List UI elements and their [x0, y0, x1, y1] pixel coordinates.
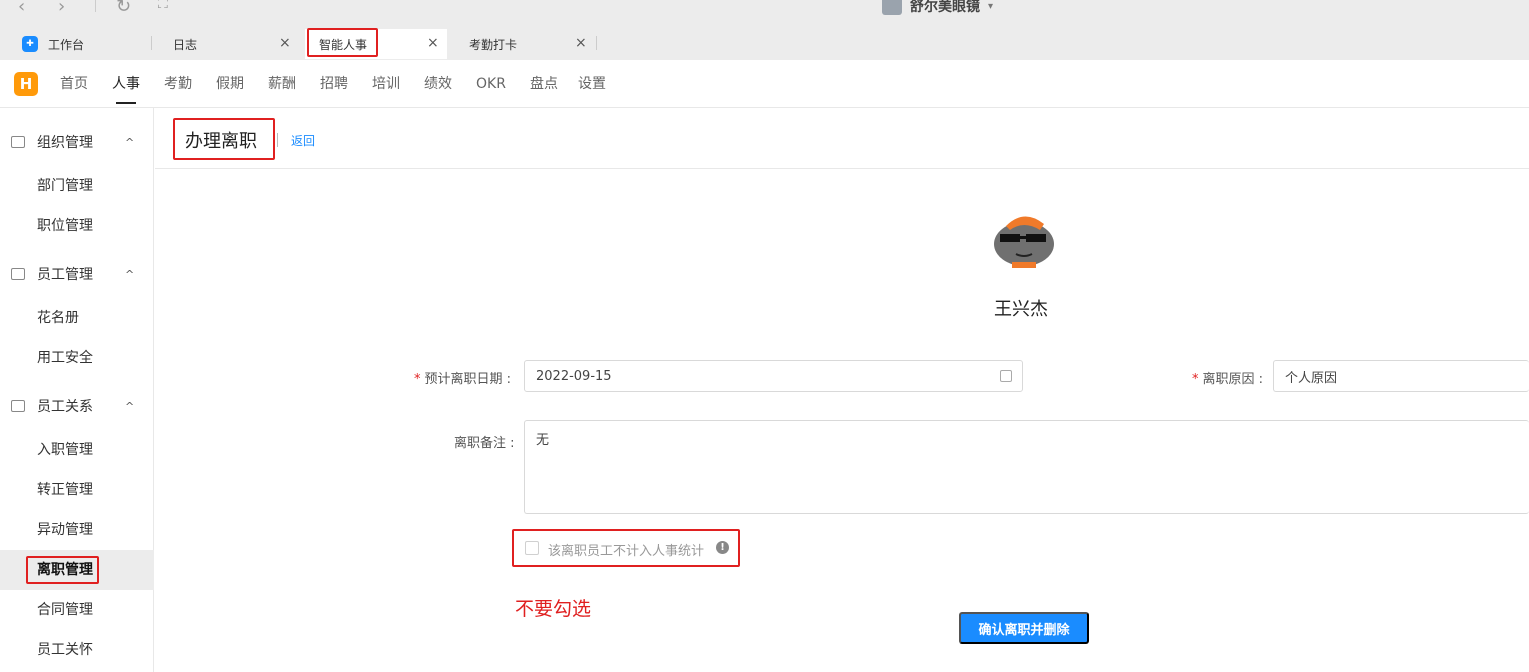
label-text: 离职原因 :: [1202, 372, 1264, 387]
label-text: 预计离职日期 :: [424, 372, 512, 387]
avatar: [994, 216, 1054, 268]
tab-label: 工作台: [48, 37, 85, 52]
expand-icon[interactable]: ⛶: [158, 0, 168, 12]
app-logo: H: [14, 72, 38, 96]
back-link[interactable]: 返回: [291, 132, 315, 149]
sidebar-item-roster[interactable]: 花名册: [0, 298, 154, 338]
sidebar-group-org[interactable]: 组织管理 ^: [0, 122, 154, 162]
menu-recruit[interactable]: 招聘: [320, 60, 348, 108]
date-label: * 预计离职日期 :: [414, 368, 511, 387]
tab-label: 考勤打卡: [469, 37, 518, 52]
reload-icon[interactable]: ↻: [116, 0, 131, 17]
menu-personnel[interactable]: 人事: [112, 60, 140, 108]
tab-workbench[interactable]: ✚ 工作台: [22, 29, 150, 59]
menu-home[interactable]: 首页: [60, 60, 88, 108]
relation-icon: [11, 400, 25, 412]
menu-settings[interactable]: 设置: [578, 60, 606, 108]
confirm-resign-delete-button[interactable]: 确认离职并删除: [959, 612, 1089, 644]
required-mark: *: [1192, 372, 1199, 387]
resign-date-picker[interactable]: 2022-09-15: [524, 360, 1023, 392]
reason-label: * 离职原因 :: [1192, 368, 1263, 387]
title-divider: [277, 133, 278, 147]
calendar-icon: [1000, 370, 1012, 382]
page-header: 办理离职 返回: [155, 108, 1529, 169]
menu-salary[interactable]: 薪酬: [268, 60, 296, 108]
back-nav-icon[interactable]: ‹: [18, 0, 25, 17]
browser-toolbar: ‹ › ↻ ⛶ 舒尔美眼镜 ▾ ✚ 工作台 日志 × 智能人事 × 考勤打卡 ×: [0, 0, 1529, 60]
org-chart-icon: [11, 136, 25, 148]
sidebar-item-department[interactable]: 部门管理: [0, 166, 154, 206]
tab-log[interactable]: 日志 ×: [173, 29, 303, 59]
highlight-box: [307, 28, 378, 57]
chevron-up-icon: ^: [125, 399, 135, 413]
employee-name: 王兴杰: [994, 299, 1048, 320]
highlight-box: [512, 529, 740, 567]
toolbar-divider: [95, 0, 96, 12]
menu-inventory[interactable]: 盘点: [530, 60, 558, 108]
highlight-box: [26, 556, 99, 584]
sidebar-item-transfer[interactable]: 异动管理: [0, 510, 154, 550]
sidebar-item-regularization[interactable]: 转正管理: [0, 470, 154, 510]
sidebar-group-label: 员工管理: [37, 267, 93, 283]
sidebar-group-label: 组织管理: [37, 135, 93, 151]
remark-label: 离职备注 :: [454, 436, 515, 451]
menu-performance[interactable]: 绩效: [424, 60, 452, 108]
date-value: 2022-09-15: [536, 368, 612, 384]
tab-divider: [151, 36, 152, 50]
menu-training[interactable]: 培训: [372, 60, 400, 108]
menu-attendance[interactable]: 考勤: [164, 60, 192, 108]
resign-reason-select[interactable]: 个人原因: [1273, 360, 1529, 392]
app-header: H 首页 人事 考勤 假期 薪酬 招聘 培训 绩效 OKR 盘点 设置: [0, 60, 1529, 108]
annotation-note: 不要勾选: [515, 598, 592, 620]
menu-okr[interactable]: OKR: [476, 60, 506, 108]
menu-leave[interactable]: 假期: [216, 60, 244, 108]
sidebar-item-safety[interactable]: 用工安全: [0, 338, 154, 378]
close-icon[interactable]: ×: [279, 35, 291, 51]
org-name: 舒尔美眼镜: [910, 0, 980, 15]
sidebar: 组织管理 ^ 部门管理 职位管理 员工管理 ^ 花名册 用工安全 员工关系 ^ …: [0, 108, 154, 672]
sidebar-item-contract[interactable]: 合同管理: [0, 590, 154, 630]
remark-value: 无: [536, 433, 550, 448]
org-switcher[interactable]: 舒尔美眼镜 ▾: [882, 0, 993, 16]
sidebar-item-position[interactable]: 职位管理: [0, 206, 154, 246]
app-grid-icon: ✚: [22, 36, 38, 52]
sidebar-item-care[interactable]: 员工关怀: [0, 630, 154, 670]
close-icon[interactable]: ×: [575, 35, 587, 51]
chevron-down-icon: ▾: [988, 0, 994, 12]
forward-nav-icon[interactable]: ›: [58, 0, 65, 17]
sidebar-group-label: 员工关系: [37, 399, 93, 415]
sidebar-group-relations[interactable]: 员工关系 ^: [0, 386, 154, 426]
reason-value: 个人原因: [1285, 370, 1338, 386]
chevron-up-icon: ^: [125, 267, 135, 281]
highlight-box: [173, 118, 275, 160]
tab-divider: [596, 36, 597, 50]
tab-label: 日志: [173, 37, 198, 52]
chevron-up-icon: ^: [125, 135, 135, 149]
folder-user-icon: [11, 268, 25, 280]
required-mark: *: [414, 372, 421, 387]
sidebar-item-onboarding[interactable]: 入职管理: [0, 430, 154, 470]
resign-remark-textarea[interactable]: 无: [524, 420, 1529, 514]
close-icon[interactable]: ×: [427, 35, 439, 51]
tab-attendance[interactable]: 考勤打卡 ×: [469, 29, 593, 59]
sidebar-group-employee[interactable]: 员工管理 ^: [0, 254, 154, 294]
org-icon: [882, 0, 902, 15]
